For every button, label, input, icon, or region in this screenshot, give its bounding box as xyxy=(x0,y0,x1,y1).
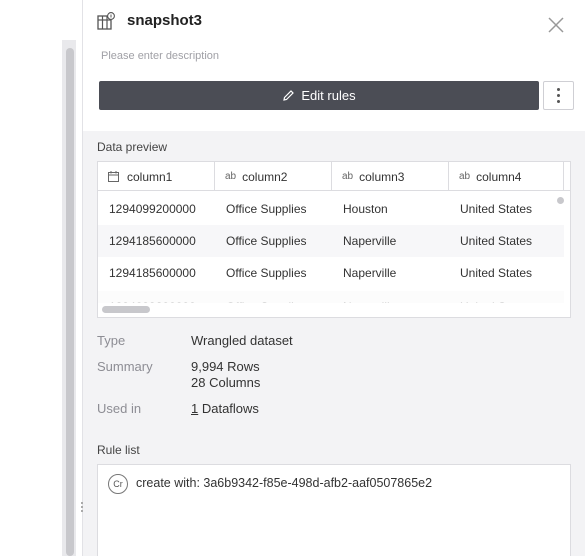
type-label: Type xyxy=(97,333,126,348)
table-cell: 1294185600000 xyxy=(109,266,196,280)
used-in-value: 1 Dataflows xyxy=(191,401,259,416)
used-in-label: Used in xyxy=(97,401,142,416)
app-root: snapshot3 Please enter description Edit … xyxy=(0,0,585,556)
rule-item[interactable]: create with: 3a6b9342-f85e-498d-afb2-aaf… xyxy=(136,476,432,490)
calendar-icon xyxy=(108,171,119,182)
rule-list: Cr create with: 3a6b9342-f85e-498d-afb2-… xyxy=(97,464,571,556)
table-cell: 1294099200000 xyxy=(109,202,196,216)
edit-rules-label: Edit rules xyxy=(301,88,356,103)
resize-handle[interactable] xyxy=(80,500,84,518)
table-row: 1294185600000 Office Supplies Naperville… xyxy=(98,225,564,257)
grid-header: column1 ab column2 ab column3 ab column4 xyxy=(98,162,570,191)
create-rule-icon: Cr xyxy=(108,474,128,494)
more-dot-icon xyxy=(557,94,560,97)
string-type-icon: ab xyxy=(342,171,354,182)
column-header[interactable]: ab column3 xyxy=(332,162,449,191)
grip-dot xyxy=(81,506,83,508)
table-cell: Naperville xyxy=(343,266,397,280)
table-cell: Office Supplies xyxy=(226,234,307,248)
data-preview-grid: column1 ab column2 ab column3 ab column4… xyxy=(97,161,571,318)
table-row: 1294099200000 Office Supplies Naperville… xyxy=(98,291,564,303)
more-dot-icon xyxy=(557,88,560,91)
page-scrollbar-thumb[interactable] xyxy=(66,48,74,556)
column-header[interactable]: ab column4 xyxy=(449,162,564,191)
column-header[interactable]: ab column2 xyxy=(215,162,332,191)
close-icon[interactable] xyxy=(547,16,565,34)
table-cell: Naperville xyxy=(343,234,397,248)
edit-rules-button[interactable]: Edit rules xyxy=(99,81,539,110)
used-in-suffix: Dataflows xyxy=(198,401,259,416)
table-cell: United States xyxy=(460,234,533,248)
table-cell: Office Supplies xyxy=(226,202,307,216)
grip-dot xyxy=(81,502,83,504)
panel-header: snapshot3 Please enter description Edit … xyxy=(83,0,585,131)
dataset-title[interactable]: snapshot3 xyxy=(127,12,202,29)
column-name: column4 xyxy=(476,169,522,184)
table-cell: Office Supplies xyxy=(226,266,307,280)
column-header[interactable]: column1 xyxy=(98,162,215,191)
table-cell: United States xyxy=(460,202,533,216)
description-field[interactable]: Please enter description xyxy=(101,50,219,62)
summary-columns: 28 Columns xyxy=(191,375,261,390)
more-options-button[interactable] xyxy=(543,81,574,110)
table-cell: United States xyxy=(460,266,533,280)
table-row: 1294185600000 Office Supplies Naperville… xyxy=(98,257,564,289)
more-dot-icon xyxy=(557,100,560,103)
pencil-icon xyxy=(283,90,295,101)
string-type-icon: ab xyxy=(459,171,471,182)
table-cell: Naperville xyxy=(332,291,449,303)
grid-vertical-scrollbar[interactable] xyxy=(557,197,564,204)
table-cell: United States xyxy=(449,291,564,303)
dataset-icon xyxy=(97,12,115,30)
rule-list-label: Rule list xyxy=(97,443,140,457)
summary-label: Summary xyxy=(97,359,153,374)
column-name: column3 xyxy=(359,169,405,184)
table-cell: 1294099200000 xyxy=(98,291,215,303)
table-cell: Houston xyxy=(343,202,388,216)
dataset-detail-panel: snapshot3 Please enter description Edit … xyxy=(82,0,585,556)
table-cell: 1294185600000 xyxy=(109,234,196,248)
string-type-icon: ab xyxy=(225,171,237,182)
table-row: 1294099200000 Office Supplies Houston Un… xyxy=(98,193,564,225)
column-name: column1 xyxy=(127,169,173,184)
table-cell: Office Supplies xyxy=(215,291,332,303)
type-value: Wrangled dataset xyxy=(191,333,293,348)
grid-horizontal-scrollbar[interactable] xyxy=(102,306,150,313)
column-name: column2 xyxy=(242,169,288,184)
summary-rows: 9,994 Rows xyxy=(191,359,260,374)
grip-dot xyxy=(81,510,83,512)
data-preview-label: Data preview xyxy=(97,140,168,154)
